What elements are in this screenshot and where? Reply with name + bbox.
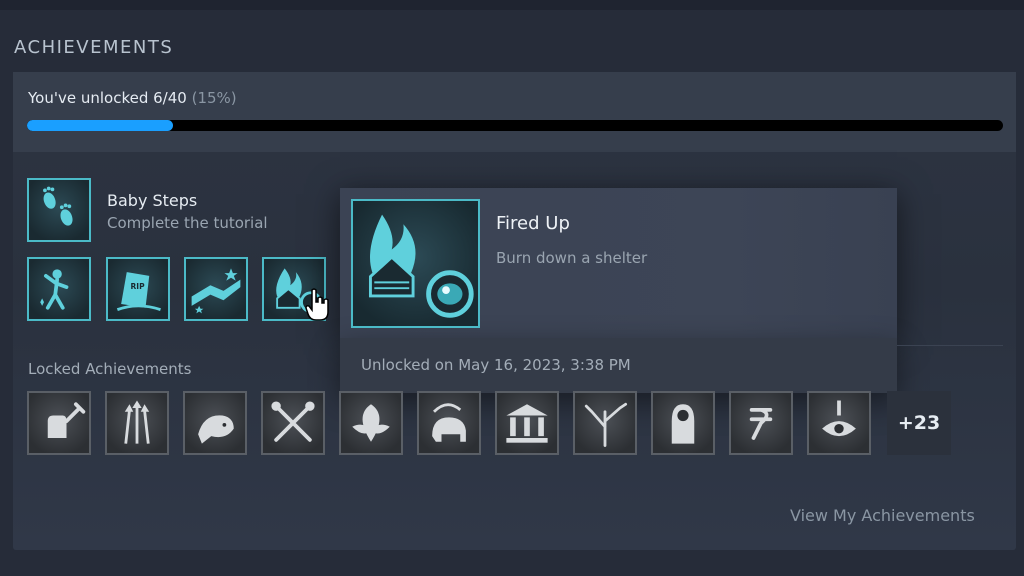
wrench-fist-icon[interactable] [27, 391, 91, 455]
progress-count: You've unlocked 6/40 [28, 89, 187, 107]
progress-text: You've unlocked 6/40 (15%) [28, 89, 237, 107]
featured-achievement-description: Complete the tutorial [107, 214, 268, 232]
progress-bar [27, 120, 1003, 131]
hand-cursor-icon [305, 288, 329, 321]
burning-shelter-icon [351, 199, 480, 328]
eye-dagger-icon[interactable] [807, 391, 871, 455]
branches-icon[interactable] [573, 391, 637, 455]
arrows-icon[interactable] [105, 391, 169, 455]
section-title: ACHIEVEMENTS [14, 37, 174, 58]
svg-text:RIP: RIP [131, 282, 146, 291]
leaf-icon[interactable] [339, 391, 403, 455]
top-strip [0, 0, 1024, 10]
progress-bar-fill [27, 120, 174, 131]
temple-icon[interactable] [495, 391, 559, 455]
dancing-figure-icon[interactable] [27, 257, 91, 321]
footprints-icon[interactable] [27, 178, 91, 242]
fish-icon[interactable] [183, 391, 247, 455]
rip-tombstone-icon[interactable]: RIP [106, 257, 170, 321]
tooltip-description: Burn down a shelter [496, 249, 648, 267]
mammoth-icon[interactable] [417, 391, 481, 455]
locked-achievements-label: Locked Achievements [28, 360, 192, 378]
tooltip-title: Fired Up [496, 213, 570, 234]
divider [897, 345, 1003, 346]
more-achievements-count[interactable]: +23 [887, 391, 951, 455]
progress-box [13, 72, 1016, 152]
crossed-tools-icon[interactable] [261, 391, 325, 455]
tooltip-unlock-date: Unlocked on May 16, 2023, 3:38 PM [361, 356, 631, 374]
handshake-stars-icon[interactable] [184, 257, 248, 321]
rune-icon[interactable] [729, 391, 793, 455]
hooded-figure-icon[interactable] [651, 391, 715, 455]
view-my-achievements-link[interactable]: View My Achievements [790, 506, 975, 525]
progress-percent: (15%) [191, 89, 237, 107]
featured-achievement-title: Baby Steps [107, 191, 198, 210]
